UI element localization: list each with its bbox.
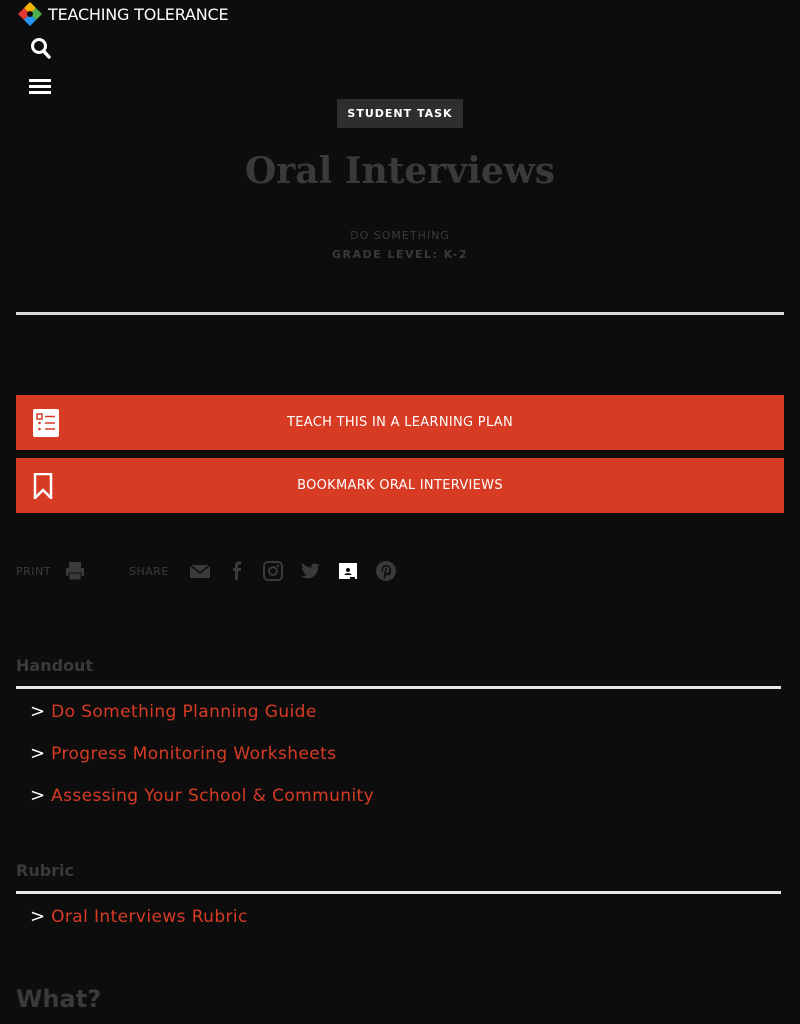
logo-text: TEACHING TOLERANCE	[48, 4, 229, 24]
instagram-share-button[interactable]	[262, 560, 284, 582]
google-classroom-share-button[interactable]	[337, 560, 359, 582]
pinterest-share-button[interactable]	[375, 560, 397, 582]
google-classroom-icon	[339, 563, 357, 579]
what-heading: What?	[16, 985, 102, 1013]
email-icon	[189, 564, 211, 578]
share-label: SHARE	[129, 565, 169, 578]
menu-button[interactable]	[29, 79, 51, 97]
instagram-icon	[263, 561, 283, 581]
facebook-icon	[233, 561, 241, 580]
list-item: > Progress Monitoring Worksheets	[30, 743, 336, 764]
grade-level-label: GRADE LEVEL: K-2	[331, 248, 469, 261]
category-label: DO SOMETHING	[350, 229, 450, 242]
pinterest-icon	[376, 561, 396, 581]
list-item: > Assessing Your School & Community	[30, 785, 374, 806]
twitter-share-button[interactable]	[299, 560, 321, 582]
handout-divider	[16, 686, 781, 689]
email-share-button[interactable]	[189, 560, 211, 582]
bookmark-button[interactable]: BOOKMARK ORAL INTERVIEWS	[16, 458, 784, 513]
site-logo[interactable]: TEACHING TOLERANCE	[16, 0, 229, 28]
rubric-divider	[16, 891, 781, 894]
hero-divider	[16, 312, 784, 315]
print-label: PRINT	[16, 565, 51, 578]
list-item: > Oral Interviews Rubric	[30, 906, 248, 927]
chevron-right-icon: >	[30, 785, 46, 806]
twitter-icon	[300, 563, 320, 579]
hamburger-menu-icon	[29, 79, 51, 82]
content-type-badge: STUDENT TASK	[337, 99, 463, 128]
facebook-share-button[interactable]	[226, 560, 248, 582]
chevron-right-icon: >	[30, 743, 46, 764]
rubric-link[interactable]: Oral Interviews Rubric	[51, 907, 248, 927]
rubric-heading: Rubric	[16, 861, 75, 880]
chevron-right-icon: >	[30, 701, 46, 722]
handout-heading: Handout	[16, 656, 94, 675]
search-button[interactable]	[30, 37, 52, 61]
list-item: > Do Something Planning Guide	[30, 701, 317, 722]
teach-learning-plan-button[interactable]: TEACH THIS IN A LEARNING PLAN	[16, 395, 784, 450]
handout-link[interactable]: Assessing Your School & Community	[51, 786, 374, 806]
handout-link[interactable]: Progress Monitoring Worksheets	[51, 744, 336, 764]
printer-icon	[66, 562, 84, 581]
bookmark-label: BOOKMARK ORAL INTERVIEWS	[297, 478, 503, 493]
page-title: Oral Interviews	[244, 150, 556, 192]
search-icon	[31, 38, 51, 59]
teach-learning-plan-label: TEACH THIS IN A LEARNING PLAN	[286, 415, 514, 430]
handout-link[interactable]: Do Something Planning Guide	[51, 702, 317, 722]
print-button[interactable]	[64, 560, 86, 582]
bookmark-icon	[33, 472, 53, 499]
checklist-icon	[33, 408, 59, 437]
share-toolbar: PRINT SHARE	[16, 558, 436, 584]
logo-icon	[18, 2, 42, 26]
chevron-right-icon: >	[30, 906, 46, 927]
